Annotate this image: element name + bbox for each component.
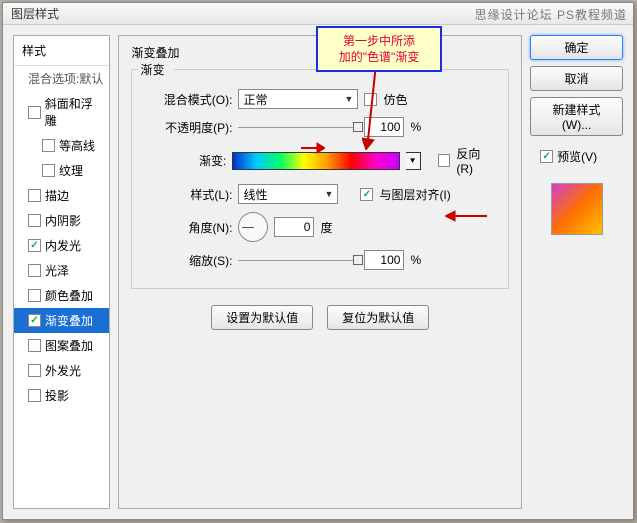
blend-mode-select[interactable]: 正常▼ — [238, 89, 358, 109]
style-checkbox[interactable] — [42, 164, 55, 177]
blend-mode-label: 混合模式(O): — [146, 91, 232, 108]
chevron-down-icon: ▼ — [325, 189, 334, 199]
align-checkbox[interactable] — [360, 188, 373, 201]
right-button-panel: 确定 取消 新建样式(W)... 预览(V) — [530, 35, 623, 509]
sidebar-item-label: 渐变叠加 — [45, 312, 93, 329]
sidebar-item-label: 等高线 — [59, 137, 95, 154]
annotation-arrow-icon — [362, 64, 382, 150]
sidebar-item[interactable]: 内发光 — [14, 233, 109, 258]
style-checkbox[interactable] — [28, 339, 41, 352]
sidebar-item[interactable]: 描边 — [14, 183, 109, 208]
sidebar-item-label: 内发光 — [45, 237, 81, 254]
fieldset-legend: 渐变 — [140, 61, 164, 78]
sidebar-item-label: 内阴影 — [45, 212, 81, 229]
dither-label: 仿色 — [383, 91, 407, 108]
percent-label: % — [410, 120, 421, 134]
gradient-dropdown[interactable]: ▼ — [406, 152, 421, 170]
angle-dial[interactable] — [238, 212, 268, 242]
sidebar-item[interactable]: 图案叠加 — [14, 333, 109, 358]
sidebar-item-label: 投影 — [45, 387, 69, 404]
style-checkbox[interactable] — [28, 214, 41, 227]
style-checkbox[interactable] — [28, 189, 41, 202]
annotation-arrow-icon — [301, 140, 325, 156]
gradient-overlay-panel: 渐变叠加 渐变 混合模式(O): 正常▼ 仿色 不透明度(P): % — [118, 35, 522, 509]
sidebar-item-label: 纹理 — [59, 162, 83, 179]
style-checkbox[interactable] — [28, 239, 41, 252]
angle-input[interactable] — [274, 217, 314, 237]
reverse-checkbox[interactable] — [438, 154, 450, 167]
reverse-label: 反向(R) — [456, 145, 494, 176]
style-label: 样式(L): — [146, 186, 232, 203]
sidebar-item[interactable]: 外发光 — [14, 358, 109, 383]
sidebar-item[interactable]: 颜色叠加 — [14, 283, 109, 308]
preview-swatch — [551, 183, 603, 235]
chevron-down-icon: ▼ — [345, 94, 354, 104]
style-checkbox[interactable] — [28, 289, 41, 302]
new-style-button[interactable]: 新建样式(W)... — [530, 97, 623, 136]
style-select[interactable]: 线性▼ — [238, 184, 338, 204]
style-checkbox[interactable] — [28, 264, 41, 277]
sidebar-item[interactable]: 纹理 — [14, 158, 109, 183]
scale-label: 缩放(S): — [146, 252, 232, 269]
sidebar-item[interactable]: 渐变叠加 — [14, 308, 109, 333]
sidebar-item[interactable]: 投影 — [14, 383, 109, 408]
sidebar-item[interactable]: 等高线 — [14, 133, 109, 158]
sidebar-item[interactable]: 内阴影 — [14, 208, 109, 233]
annotation-arrow-icon — [445, 208, 487, 224]
sidebar-item[interactable]: 光泽 — [14, 258, 109, 283]
style-checkbox[interactable] — [28, 106, 41, 119]
scale-slider[interactable] — [238, 253, 358, 267]
sidebar-item-label: 颜色叠加 — [45, 287, 93, 304]
dialog-title: 图层样式 — [11, 5, 59, 22]
gradient-label: 渐变: — [146, 152, 226, 169]
sidebar-item-label: 描边 — [45, 187, 69, 204]
style-checkbox[interactable] — [28, 314, 41, 327]
opacity-slider[interactable] — [238, 120, 358, 134]
reset-default-button[interactable]: 复位为默认值 — [327, 305, 429, 330]
style-checkbox[interactable] — [28, 389, 41, 402]
preview-label: 预览(V) — [557, 148, 597, 165]
sidebar-item-label: 斜面和浮雕 — [45, 95, 104, 129]
scale-input[interactable] — [364, 250, 404, 270]
layer-style-dialog: 图层样式 样式 混合选项:默认 斜面和浮雕等高线纹理描边内阴影内发光光泽颜色叠加… — [2, 2, 634, 520]
cancel-button[interactable]: 取消 — [530, 66, 623, 91]
annotation-callout: 第一步中所添 加的"色谱"渐变 — [316, 26, 442, 72]
sidebar-item-label: 外发光 — [45, 362, 81, 379]
style-checkbox[interactable] — [42, 139, 55, 152]
sidebar-item[interactable]: 斜面和浮雕 — [14, 91, 109, 133]
align-label: 与图层对齐(I) — [379, 186, 450, 203]
angle-unit: 度 — [320, 219, 332, 236]
styles-sidebar: 样式 混合选项:默认 斜面和浮雕等高线纹理描边内阴影内发光光泽颜色叠加渐变叠加图… — [13, 35, 110, 509]
set-default-button[interactable]: 设置为默认值 — [211, 305, 313, 330]
gradient-fieldset: 渐变 混合模式(O): 正常▼ 仿色 不透明度(P): % 渐变: — [131, 69, 509, 289]
watermark-text: 思缘设计论坛 PS教程频道 — [475, 6, 627, 23]
ok-button[interactable]: 确定 — [530, 35, 623, 60]
angle-label: 角度(N): — [146, 219, 232, 236]
style-checkbox[interactable] — [28, 364, 41, 377]
sidebar-item-label: 光泽 — [45, 262, 69, 279]
sidebar-item-label: 图案叠加 — [45, 337, 93, 354]
preview-checkbox[interactable] — [540, 150, 553, 163]
percent-label: % — [410, 253, 421, 267]
blend-options-default[interactable]: 混合选项:默认 — [14, 66, 109, 91]
sidebar-header: 样式 — [14, 36, 109, 66]
opacity-label: 不透明度(P): — [146, 119, 232, 136]
